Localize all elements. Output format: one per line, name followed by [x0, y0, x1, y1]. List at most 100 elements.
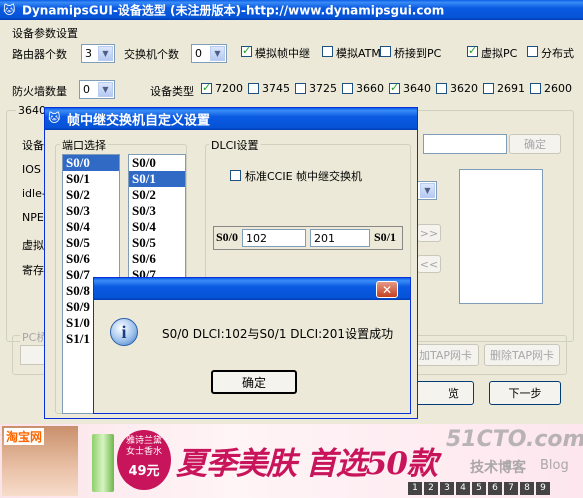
next-step-button[interactable]: 下一步: [489, 381, 561, 405]
ad-blog-sub: Blog: [540, 458, 569, 473]
info-icon: i: [110, 318, 138, 346]
model-checkbox-label: 2600: [544, 82, 572, 95]
device-setting-label: idle-: [22, 187, 46, 200]
ad-page-number[interactable]: 7: [504, 482, 518, 495]
ad-page-number[interactable]: 6: [488, 482, 502, 495]
router-count-select[interactable]: 3 ▼: [81, 44, 115, 63]
switch-count-select[interactable]: 0 ▼: [191, 44, 227, 63]
ad-page-number[interactable]: 2: [424, 482, 438, 495]
feature-checkbox[interactable]: [467, 44, 478, 57]
message-dialog: ✕ i S0/0 DLCI:102与S0/1 DLCI:201设置成功 确定: [93, 277, 411, 414]
delete-tap-button[interactable]: 删除TAP网卡: [484, 344, 560, 366]
device-setting-label: 设备: [22, 139, 44, 152]
device-type-label: 设备类型: [150, 85, 194, 98]
ad-perfume-text: 雅诗兰黛 女士香水: [125, 436, 162, 457]
feature-checkbox-label: 模拟帧中继: [255, 47, 310, 60]
main-titlebar: 🐱 DynamipsGUI-设备选型 (未注册版本)-http://www.dy…: [0, 0, 583, 20]
feature-checkbox[interactable]: [527, 46, 538, 57]
main-title: DynamipsGUI-设备选型 (未注册版本)-http://www.dyna…: [22, 3, 445, 18]
port-a-list-item[interactable]: S0/0: [63, 155, 119, 171]
message-titlebar: [94, 278, 410, 300]
port-b-list-item[interactable]: S0/3: [129, 203, 185, 219]
add-tap-button[interactable]: 加TAP网卡: [412, 344, 479, 366]
right-input[interactable]: [423, 134, 507, 154]
model-checkbox-label: 2691: [497, 82, 525, 95]
port-b-label: S0/1: [374, 230, 397, 244]
feature-checkbox-label: 分布式: [541, 47, 574, 60]
ad-page-number[interactable]: 4: [456, 482, 470, 495]
ad-page-number[interactable]: 3: [440, 482, 454, 495]
frame-relay-title: 帧中继交换机自定义设置: [67, 113, 211, 129]
ad-banner[interactable]: 淘宝网 雅诗兰黛 女士香水 49元 夏季美肤 首选50款 51CTO.com 技…: [0, 424, 583, 498]
switch-count-label: 交换机个数: [124, 48, 179, 61]
confirm-button[interactable]: 确定: [509, 134, 561, 154]
ad-watermark: 51CTO.com: [446, 427, 583, 452]
model-checkbox[interactable]: [436, 83, 447, 94]
port-b-list-item[interactable]: S0/4: [129, 219, 185, 235]
chevron-down-icon: ▼: [210, 46, 225, 61]
feature-checkbox[interactable]: [380, 46, 391, 57]
ad-page-nav: 123456789: [408, 482, 550, 495]
feature-checkbox[interactable]: [241, 44, 252, 57]
chevron-down-icon: ▼: [98, 82, 113, 97]
model-checkbox-label: 3725: [309, 82, 337, 95]
dlci-a-input[interactable]: 102: [242, 229, 306, 247]
firewall-count-select[interactable]: 0 ▼: [79, 80, 115, 99]
model-checkbox[interactable]: [389, 81, 400, 94]
device-setting-label: IOS: [22, 163, 41, 176]
port-b-list-item[interactable]: S0/6: [129, 251, 185, 267]
port-list-b[interactable]: S0/0 S0/1 S0/2 S0/3 S0/4 S0/5 S0/6 S0/7: [128, 154, 186, 278]
device-setting-label: NPE: [22, 211, 44, 224]
port-a-list-item[interactable]: S0/4: [63, 219, 119, 235]
frame-relay-titlebar: 🐱 帧中继交换机自定义设置: [45, 108, 417, 130]
app-icon: 🐱: [3, 3, 16, 17]
right-list[interactable]: [459, 169, 543, 304]
right-select[interactable]: ▼: [417, 181, 437, 200]
close-button[interactable]: ✕: [376, 281, 398, 298]
port-a-list-item[interactable]: S0/3: [63, 203, 119, 219]
model-checkbox[interactable]: [201, 81, 212, 94]
model-checkbox[interactable]: [342, 83, 353, 94]
port-a-list-item[interactable]: S0/2: [63, 187, 119, 203]
ad-page-number[interactable]: 8: [520, 482, 534, 495]
model-checkbox-label: 3660: [356, 82, 384, 95]
port-b-list-item[interactable]: S0/0: [129, 155, 185, 171]
port-b-list-item[interactable]: S0/2: [129, 187, 185, 203]
ad-perfume-bottle: [92, 434, 114, 492]
port-a-list-item[interactable]: S0/5: [63, 235, 119, 251]
feature-checkbox[interactable]: [322, 46, 333, 57]
model-checkbox[interactable]: [530, 83, 541, 94]
ad-blog-label: 技术博客: [470, 460, 526, 476]
move-left-button[interactable]: <<: [417, 255, 441, 273]
close-icon: ✕: [381, 282, 393, 297]
ad-page-number[interactable]: 1: [408, 482, 422, 495]
dlci-b-input[interactable]: 201: [310, 229, 370, 247]
port-a-list-item[interactable]: S0/6: [63, 251, 119, 267]
ccie-checkbox[interactable]: [230, 170, 241, 181]
dlci-mapping-row: S0/0 102 201 S0/1: [213, 226, 403, 250]
dlci-group: [205, 144, 411, 284]
ok-button[interactable]: 确定: [211, 370, 297, 394]
feature-checkbox-label: 模拟ATM: [336, 47, 381, 60]
app-icon: 🐱: [48, 111, 61, 125]
ad-page-number[interactable]: 5: [472, 482, 486, 495]
feature-checkbox-label: 虚拟PC: [481, 47, 518, 60]
ad-price: 49元: [128, 464, 160, 479]
model-checkbox-label: 7200: [215, 82, 243, 95]
model-checkbox[interactable]: [248, 83, 259, 94]
port-select-label: 端口选择: [60, 137, 108, 153]
port-b-list-item[interactable]: S0/1: [129, 171, 185, 187]
model-checkbox[interactable]: [483, 83, 494, 94]
model-checkbox[interactable]: [295, 83, 306, 94]
message-text: S0/0 DLCI:102与S0/1 DLCI:201设置成功: [162, 327, 394, 341]
browse-button[interactable]: 览: [412, 381, 474, 405]
port-a-list-item[interactable]: S0/1: [63, 171, 119, 187]
device-setting-label: 寄存: [22, 264, 44, 277]
router-count-label: 路由器个数: [12, 48, 67, 61]
model-checkbox-label: 3640: [403, 82, 431, 95]
move-right-button[interactable]: >>: [417, 224, 441, 242]
params-group-label: 设备参数设置: [10, 25, 80, 41]
ad-price-badge: 雅诗兰黛 女士香水 49元: [117, 430, 171, 490]
ad-page-number[interactable]: 9: [536, 482, 550, 495]
port-b-list-item[interactable]: S0/5: [129, 235, 185, 251]
